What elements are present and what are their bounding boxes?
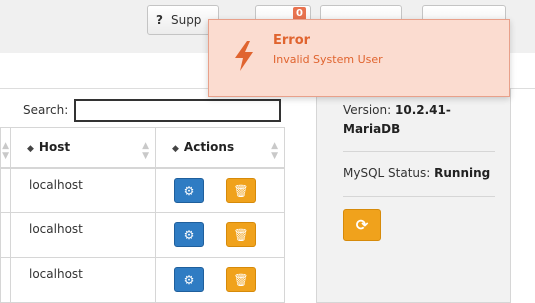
table-cell (0, 257, 11, 303)
manage-button[interactable]: ⚙ (174, 267, 204, 292)
table-row: localhost ⚙ 🗑 (0, 257, 285, 303)
lightning-bolt-icon (235, 41, 253, 71)
delete-button[interactable]: 🗑 (226, 267, 256, 292)
toast-message: Invalid System User (273, 53, 383, 66)
column-header-host[interactable]: ◆ Host ▲ ▼ (10, 127, 156, 169)
table-cell (0, 212, 11, 258)
trash-icon: 🗑 (233, 228, 249, 242)
server-info-panel: Version: 10.2.41-MariaDB MySQL Status: R… (316, 88, 511, 303)
question-mark-icon: ? (156, 13, 163, 27)
refresh-button[interactable]: ⟳ (343, 209, 381, 241)
sort-icon: ▲ ▼ (271, 141, 278, 161)
sort-icon: ▲ ▼ (142, 141, 149, 161)
mysql-status-label: MySQL Status: (343, 166, 431, 180)
column-header-host-label: Host (38, 140, 71, 154)
toast-title: Error (273, 33, 311, 48)
actions-cell: ⚙ 🗑 (155, 212, 285, 258)
mysql-status-value: Running (434, 166, 491, 180)
version-info: Version: 10.2.41-MariaDB (343, 101, 495, 152)
table-row: localhost ⚙ 🗑 (0, 167, 285, 213)
table-row: localhost ⚙ 🗑 (0, 212, 285, 258)
column-header-previous[interactable]: ▲ ▼ (0, 127, 11, 169)
delete-button[interactable]: 🗑 (226, 177, 256, 203)
trash-icon: 🗑 (233, 273, 249, 287)
support-label: Supp (170, 13, 202, 27)
manage-button[interactable]: ⚙ (174, 222, 204, 247)
delete-button[interactable]: 🗑 (226, 222, 256, 247)
table-header-row: ▲ ▼ ◆ Host ▲ ▼ ◆ Actions ▲ ▼ (0, 127, 285, 169)
version-label: Version: (343, 103, 392, 117)
database-users-table: ▲ ▼ ◆ Host ▲ ▼ ◆ Actions ▲ ▼ localhost ⚙ 🗑 loc… (0, 127, 285, 303)
search-input[interactable] (74, 99, 281, 122)
search-label: Search: (23, 103, 69, 117)
host-cell: localhost (10, 212, 156, 258)
sort-icon: ◆ (172, 144, 179, 154)
column-header-actions[interactable]: ◆ Actions ▲ ▼ (155, 127, 285, 169)
cogs-icon: ⚙ (183, 228, 195, 242)
host-cell: localhost (10, 257, 156, 303)
column-header-actions-label: Actions (183, 140, 235, 154)
sort-icon: ◆ (27, 144, 34, 154)
error-toast[interactable]: Error Invalid System User (208, 19, 510, 97)
sort-icon: ▲ ▼ (2, 141, 9, 161)
cogs-icon: ⚙ (183, 273, 195, 287)
table-cell (0, 167, 11, 213)
refresh-icon: ⟳ (355, 216, 369, 234)
cogs-icon: ⚙ (183, 183, 195, 198)
actions-cell: ⚙ 🗑 (155, 257, 285, 303)
actions-cell: ⚙ 🗑 (155, 167, 285, 213)
host-cell: localhost (10, 167, 156, 213)
mysql-status-info: MySQL Status: Running (343, 152, 495, 197)
manage-button[interactable]: ⚙ (174, 177, 204, 203)
trash-icon: 🗑 (233, 183, 249, 198)
